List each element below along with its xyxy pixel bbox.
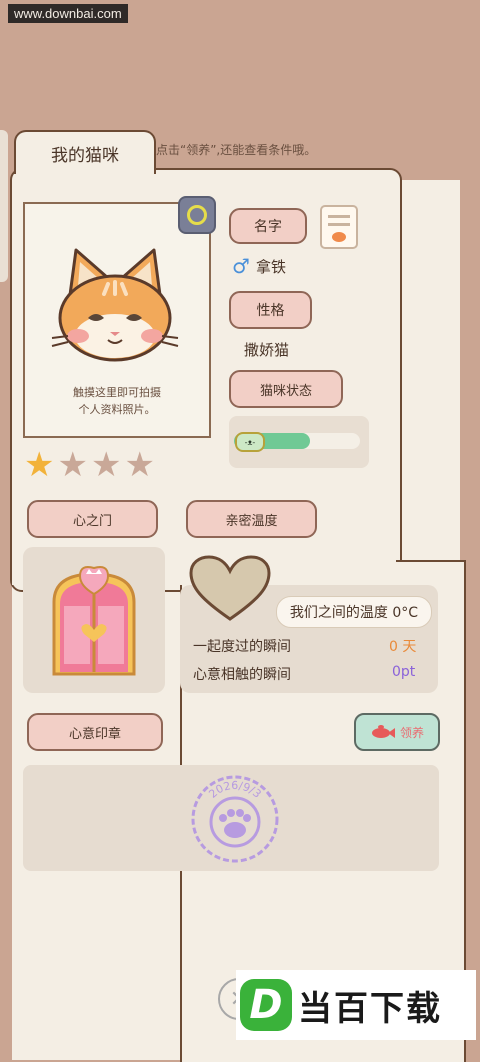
star-icon-empty: ★: [90, 445, 122, 485]
heart-icon: [189, 555, 271, 621]
notes-icon[interactable]: [320, 205, 358, 249]
touch-value: 0pt: [392, 664, 416, 680]
temperature-readout: 我们之间的温度 0°C: [276, 596, 432, 628]
seal-button[interactable]: 心意印章: [27, 713, 163, 751]
adopt-label: 领养: [399, 725, 424, 740]
adopt-button[interactable]: 领养: [354, 713, 440, 751]
site-watermark: www.downbai.com: [8, 4, 128, 23]
side-drawer-handle[interactable]: [0, 130, 8, 282]
photo-caption-line1: 触摸这里即可拍摄: [73, 386, 161, 399]
paw-stamp-icon: 2026/9/3: [191, 775, 279, 863]
brand-logo: D 当百下载: [236, 970, 476, 1040]
rating-stars: ★ ★ ★ ★: [24, 448, 155, 482]
heart-gate-icon: [52, 566, 136, 676]
intimacy-temperature-button[interactable]: 亲密温度: [186, 500, 317, 538]
photo-caption: 触摸这里即可拍摄 个人资料照片。: [23, 384, 211, 418]
personality-label-button[interactable]: 性格: [229, 291, 312, 329]
photo-caption-line2: 个人资料照片。: [78, 403, 156, 416]
star-icon-empty: ★: [124, 445, 155, 485]
heart-gate-button[interactable]: 心之门: [27, 500, 158, 538]
tab-my-cat[interactable]: 我的猫咪: [14, 130, 156, 174]
brand-logo-letter: D: [240, 979, 292, 1031]
name-row: ♂ 拿铁: [232, 254, 286, 278]
fish-icon: [371, 725, 395, 738]
moments-label: 一起度过的瞬间: [193, 639, 291, 655]
moments-value: 0 天: [389, 639, 417, 655]
name-label-button[interactable]: 名字: [229, 208, 307, 244]
star-icon-filled: ★: [24, 445, 55, 485]
cat-status-button[interactable]: 猫咪状态: [229, 370, 343, 408]
adopt-hint-text: 点击“领养”,还能查看条件哦。: [156, 143, 317, 157]
touch-label: 心意相触的瞬间: [193, 667, 291, 683]
brand-logo-text: 当百下载: [298, 988, 442, 1029]
status-face-icon: -ᴥ-: [235, 432, 265, 452]
cat-name: 拿铁: [255, 257, 286, 276]
cat-avatar-icon: [51, 248, 179, 362]
male-icon: ♂: [232, 254, 250, 278]
camera-icon: [187, 205, 207, 225]
camera-button[interactable]: [178, 196, 216, 234]
personality-value: 撒娇猫: [244, 341, 290, 359]
star-icon-empty: ★: [57, 445, 88, 485]
